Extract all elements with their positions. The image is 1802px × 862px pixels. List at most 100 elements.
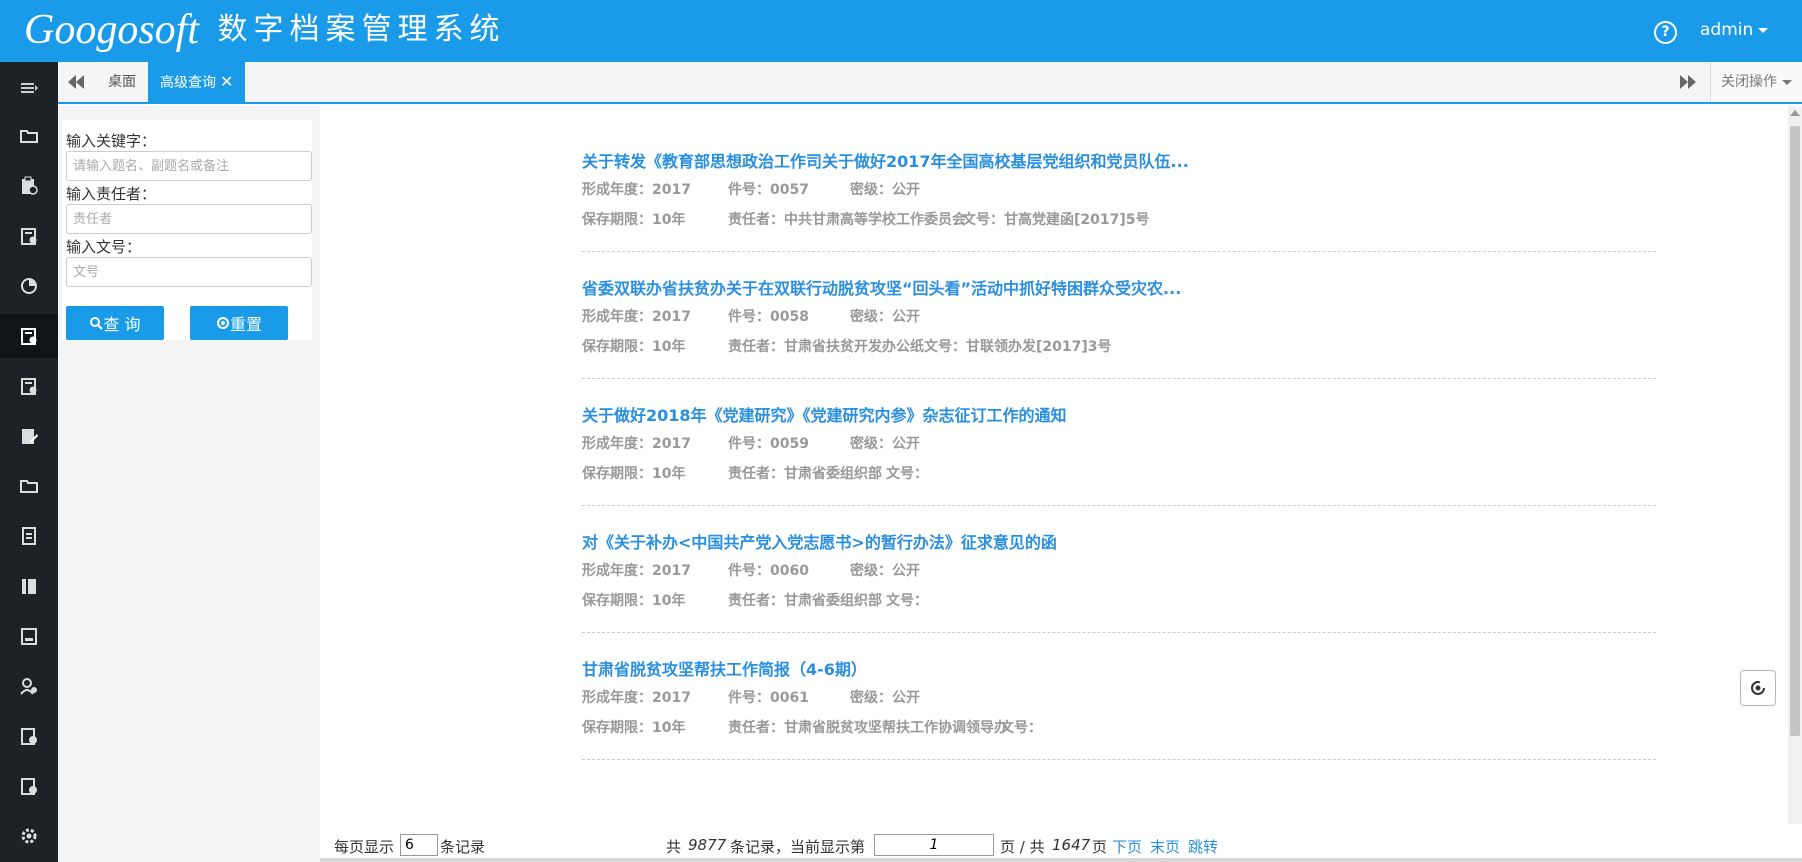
- edit-document-icon[interactable]: [0, 414, 58, 458]
- archive-box-icon[interactable]: [0, 214, 58, 258]
- close-icon[interactable]: ✕: [220, 72, 233, 91]
- record-year: 形成年度：2017: [582, 182, 691, 198]
- record-title[interactable]: 关于转发《教育部思想政治工作司关于做好2017年全国高校基层党组织和党员队伍..…: [582, 148, 1189, 172]
- record-title[interactable]: 对《关于补办<中国共产党入党志愿书>的暂行办法》征求意见的函: [582, 529, 1057, 553]
- record-retention: 保存期限：10年: [582, 212, 686, 228]
- certificate-icon[interactable]: [0, 714, 58, 758]
- record-item-no: 件号：0060: [728, 563, 809, 579]
- user-settings-icon[interactable]: [0, 664, 58, 708]
- record-title[interactable]: 甘肃省脱贫攻坚帮扶工作简报（4-6期）: [582, 656, 867, 680]
- docno-input[interactable]: [66, 257, 312, 287]
- user-name: admin: [1700, 20, 1754, 40]
- gear-icon[interactable]: [0, 814, 58, 858]
- results-list: 关于转发《教育部思想政治工作司关于做好2017年全国高校基层党组织和党员队伍..…: [320, 106, 1788, 824]
- scroll-up-arrow-icon[interactable]: [1790, 110, 1800, 116]
- record-item-no: 件号：0057: [728, 182, 809, 198]
- scrollbar-thumb[interactable]: [1790, 126, 1800, 736]
- search-icon: [90, 317, 104, 330]
- refresh-icon: [1751, 681, 1765, 695]
- folder-icon[interactable]: [0, 114, 58, 158]
- archive-box-active-icon[interactable]: [0, 314, 58, 358]
- current-page-input[interactable]: [874, 834, 994, 856]
- record-retention: 保存期限：10年: [582, 466, 686, 482]
- record-title[interactable]: 省委双联办省扶贫办关于在双联行动脱贫攻坚“回头看”活动中抓好特困群众受灾农...: [582, 275, 1181, 299]
- list-item: 关于做好2018年《党建研究》《党建研究内参》杂志征订工作的通知 形成年度：20…: [582, 360, 1656, 506]
- pages-suffix: 页: [1092, 838, 1108, 856]
- record-secret-level: 密级：公开: [850, 182, 920, 198]
- top-header: Googosoft 数字档案管理系统 ? admin: [0, 0, 1802, 62]
- record-doc-no: 文号：: [886, 466, 928, 482]
- search-panel: 输入关键字： 输入责任者： 输入文号： 查 询 重置: [62, 120, 312, 340]
- query-button-label: 查 询: [103, 315, 141, 334]
- list-item: 关于转发《教育部思想政治工作司关于做好2017年全国高校基层党组织和党员队伍..…: [582, 106, 1656, 252]
- keyword-label: 输入关键字：: [66, 132, 157, 150]
- record-retention: 保存期限：10年: [582, 339, 686, 355]
- record-year: 形成年度：2017: [582, 690, 691, 706]
- tab-next-icon[interactable]: [1678, 72, 1698, 92]
- archive-clipboard-icon[interactable]: [0, 164, 58, 208]
- folder-icon-2[interactable]: [0, 464, 58, 508]
- query-button[interactable]: 查 询: [66, 306, 164, 340]
- total-prefix: 共: [666, 838, 682, 856]
- record-year: 形成年度：2017: [582, 563, 691, 579]
- refresh-float-button[interactable]: [1740, 670, 1776, 706]
- pagination-bar: 每页显示 条记录 共 9877 条记录，当前显示第 页 / 共 1647 页 下…: [320, 828, 1788, 862]
- certificate-check-icon[interactable]: [0, 764, 58, 808]
- record-secret-level: 密级：公开: [850, 436, 920, 452]
- form-icon[interactable]: [0, 614, 58, 658]
- tab-bar: 桌面 高级查询 ✕ 关闭操作: [58, 62, 1802, 104]
- record-owner: 责任者：甘肃省扶贫开发办公纸: [728, 339, 924, 355]
- pages-prefix: 页 / 共: [1000, 838, 1045, 856]
- list-item: 甘肃省脱贫攻坚帮扶工作简报（4-6期） 形成年度：2017 件号：0061 密级…: [582, 614, 1656, 760]
- tab-desktop[interactable]: 桌面: [96, 62, 148, 102]
- record-doc-no: 文号：甘高党建函[2017]5号: [962, 212, 1150, 228]
- archive-box-icon-2[interactable]: [0, 364, 58, 408]
- book-icon[interactable]: [0, 564, 58, 608]
- record-retention: 保存期限：10年: [582, 593, 686, 609]
- chevron-down-icon: [1758, 27, 1769, 33]
- tab-advanced-search-label: 高级查询: [160, 75, 216, 91]
- per-page-suffix: 条记录: [440, 838, 486, 856]
- brand-cn: 数字档案管理系统: [217, 12, 506, 47]
- chevron-down-icon: [1782, 79, 1792, 85]
- record-owner: 责任者：甘肃省委组织部: [728, 466, 882, 482]
- record-owner: 责任者：中共甘肃高等学校工作委员会: [728, 212, 966, 228]
- reset-button[interactable]: 重置: [190, 306, 288, 340]
- sidebar: [0, 62, 58, 862]
- menu-toggle-icon[interactable]: [0, 66, 58, 110]
- record-year: 形成年度：2017: [582, 436, 691, 452]
- last-page-link[interactable]: 末页: [1150, 836, 1180, 857]
- record-year: 形成年度：2017: [582, 309, 691, 325]
- jump-link[interactable]: 跳转: [1188, 836, 1218, 857]
- record-secret-level: 密级：公开: [850, 563, 920, 579]
- keyword-input[interactable]: [66, 151, 312, 181]
- total-mid: 条记录，当前显示第: [730, 838, 866, 856]
- close-operations-label: 关闭操作: [1721, 74, 1777, 90]
- owner-input[interactable]: [66, 204, 312, 234]
- close-operations-menu[interactable]: 关闭操作: [1710, 62, 1802, 102]
- record-retention: 保存期限：10年: [582, 720, 686, 736]
- reset-button-label: 重置: [229, 315, 262, 334]
- record-doc-no: 文号：: [1000, 720, 1042, 736]
- record-title[interactable]: 关于做好2018年《党建研究》《党建研究内参》杂志征订工作的通知: [582, 402, 1067, 426]
- document-list-icon[interactable]: [0, 514, 58, 558]
- record-item-no: 件号：0061: [728, 690, 809, 706]
- record-doc-no: 文号：: [886, 593, 928, 609]
- next-page-link[interactable]: 下页: [1112, 836, 1142, 857]
- owner-label: 输入责任者：: [66, 185, 157, 203]
- record-doc-no: 文号：甘联领办发[2017]3号: [924, 339, 1112, 355]
- record-owner: 责任者：甘肃省委组织部: [728, 593, 882, 609]
- total-pages: 1647: [1052, 836, 1091, 854]
- tab-prev-icon[interactable]: [66, 72, 86, 92]
- list-item: 省委双联办省扶贫办关于在双联行动脱贫攻坚“回头看”活动中抓好特困群众受灾农...…: [582, 233, 1656, 379]
- pie-chart-icon[interactable]: [0, 264, 58, 308]
- user-menu[interactable]: admin: [1700, 20, 1769, 40]
- tab-advanced-search[interactable]: 高级查询 ✕: [148, 62, 246, 102]
- record-secret-level: 密级：公开: [850, 690, 920, 706]
- help-icon[interactable]: ?: [1654, 21, 1677, 44]
- bottom-edge: [320, 858, 1802, 862]
- docno-label: 输入文号：: [66, 238, 142, 256]
- app-brand: Googosoft 数字档案管理系统: [24, 6, 505, 54]
- per-page-input[interactable]: [400, 834, 438, 856]
- record-owner: 责任者：甘肃省脱贫攻坚帮扶工作协调领导办: [728, 720, 1008, 736]
